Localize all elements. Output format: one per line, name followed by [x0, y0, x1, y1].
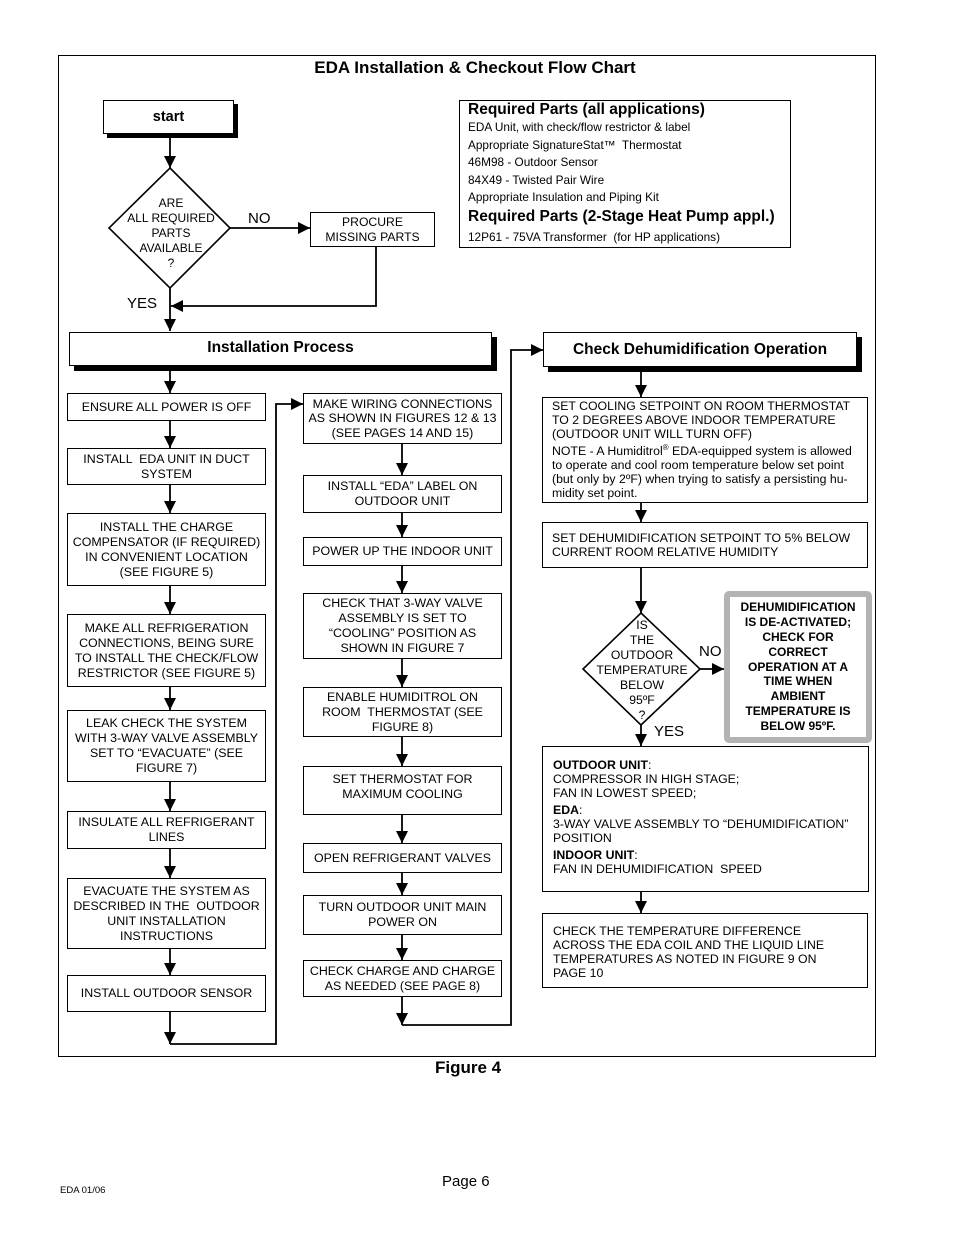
result-section-text: FAN IN DEHUMIDIFICATION SPEED	[553, 862, 762, 876]
figure-caption: Figure 4	[435, 1058, 502, 1077]
flowchart-title: EDA Installation & Checkout Flow Chart	[314, 58, 636, 77]
install-step: MAKE WIRING CONNECTIONS AS SHOWN IN FIGU…	[303, 393, 502, 444]
result-section-label: INDOOR UNIT	[553, 848, 635, 862]
dehum-step-humidity-setpoint-text: SET DEHUMIDIFICATION SETPOINT TO 5% BELO…	[552, 531, 851, 559]
result-section-label: EDA	[553, 803, 579, 817]
install-step-text: SET THERMOSTAT FOR MAXIMUM COOLING	[332, 771, 473, 801]
install-step-text: LEAK CHECK THE SYSTEM WITH 3-WAY VALVE A…	[75, 716, 258, 775]
install-step: INSULATE ALL REFRIGERANT LINES	[67, 811, 266, 849]
install-step-text: INSTALL EDA UNIT IN DUCT SYSTEM	[83, 451, 250, 481]
installation-process-title: Installation Process	[207, 339, 354, 356]
install-step: ENABLE HUMIDITROL ON ROOM THERMOSTAT (SE…	[303, 687, 502, 737]
required-part-item: EDA Unit, with check/flow restrictor & l…	[468, 120, 691, 134]
install-step: INSTALL EDA UNIT IN DUCT SYSTEM	[67, 448, 266, 485]
result-section-outdoor-unit: OUTDOOR UNIT: COMPRESSOR IN HIGH STAGE; F…	[553, 758, 859, 800]
result-section-text: 3-WAY VALVE ASSEMBLY TO “DEHUMIDIFICATIO…	[553, 817, 849, 845]
temperature-decision-yes-label: YES	[654, 723, 685, 740]
install-step: LEAK CHECK THE SYSTEM WITH 3-WAY VALVE A…	[67, 710, 266, 782]
result-label-separator: :	[647, 758, 652, 772]
install-step: MAKE ALL REFRIGERATION CONNECTIONS, BEIN…	[67, 614, 266, 687]
temperature-decision-no-label: NO	[699, 643, 722, 660]
result-section-label: OUTDOOR UNIT	[553, 758, 648, 772]
start-box: start	[103, 100, 234, 134]
required-part-item: Appropriate SignatureStat™ Thermostat	[468, 137, 682, 152]
required-part-item: 46M98 - Outdoor Sensor	[468, 155, 598, 169]
temperature-decision-text: IS THE OUTDOOR TEMPERATURE BELOW 95ºF ?	[596, 618, 688, 722]
dehum-step-cooling-setpoint: SET COOLING SETPOINT ON ROOM THERMOSTAT …	[542, 397, 868, 503]
install-step: POWER UP THE INDOOR UNIT	[303, 537, 502, 566]
dehumidification-result-box: OUTDOOR UNIT: COMPRESSOR IN HIGH STAGE; F…	[542, 746, 869, 892]
install-step: SET THERMOSTAT FOR MAXIMUM COOLING	[303, 766, 502, 815]
dehumidification-deactivated-box: DEHUMIDIFICATION IS DE-ACTIVATED; CHECK …	[724, 591, 872, 743]
install-step-text: MAKE ALL REFRIGERATION CONNECTIONS, BEIN…	[74, 620, 259, 680]
install-step-text: CHECK THAT 3-WAY VALVE ASSEMBLY IS SET T…	[322, 596, 483, 655]
install-step: INSTALL “EDA” LABEL ON OUTDOOR UNIT	[303, 475, 502, 513]
parts-decision-yes-label: YES	[127, 295, 158, 312]
required-part-item: Appropriate Insulation and Piping Kit	[468, 190, 659, 204]
required-parts-heading-heat-pump: Required Parts (2-Stage Heat Pump appl.)	[468, 207, 775, 225]
install-step: OPEN REFRIGERANT VALVES	[303, 843, 502, 873]
install-step-text: EVACUATE THE SYSTEM AS DESCRIBED IN THE …	[73, 883, 260, 943]
result-section-eda: EDA: 3-WAY VALVE ASSEMBLY TO “DEHUMIDIFIC…	[553, 803, 859, 845]
install-step-text: MAKE WIRING CONNECTIONS AS SHOWN IN FIGU…	[308, 396, 497, 440]
dehumidification-deactivated-text: DEHUMIDIFICATION IS DE-ACTIVATED; CHECK …	[740, 599, 856, 734]
install-step: EVACUATE THE SYSTEM AS DESCRIBED IN THE …	[67, 878, 266, 949]
install-step: CHECK THAT 3-WAY VALVE ASSEMBLY IS SET T…	[303, 593, 502, 659]
install-step: ENSURE ALL POWER IS OFF	[67, 393, 266, 421]
note-text-before: NOTE - A Humiditrol	[552, 444, 663, 458]
install-step: CHECK CHARGE AND CHARGE AS NEEDED (SEE P…	[303, 960, 502, 997]
install-step: TURN OUTDOOR UNIT MAIN POWER ON	[303, 895, 502, 935]
install-step-text: POWER UP THE INDOOR UNIT	[312, 544, 493, 558]
check-temperature-difference-box: CHECK THE TEMPERATURE DIFFERENCE ACROSS …	[542, 913, 868, 988]
procure-parts-text: PROCURE MISSING PARTS	[325, 214, 420, 244]
install-step-text: INSULATE ALL REFRIGERANT LINES	[78, 815, 255, 844]
result-label-separator: :	[634, 848, 638, 862]
check-dehumidification-title: Check Dehumidification Operation	[572, 341, 828, 358]
result-section-text: COMPRESSOR IN HIGH STAGE; FAN IN LOWEST …	[553, 772, 740, 800]
procure-parts-box: PROCURE MISSING PARTS	[310, 212, 435, 247]
parts-decision-no-label: NO	[248, 210, 271, 227]
install-step-text: CHECK CHARGE AND CHARGE AS NEEDED (SEE P…	[309, 963, 496, 993]
install-step-text: ENSURE ALL POWER IS OFF	[81, 399, 252, 414]
install-step-text: INSTALL THE CHARGE COMPENSATOR (IF REQUI…	[72, 519, 261, 579]
installation-process-header: Installation Process	[69, 332, 492, 366]
document-code: EDA 01/06	[60, 1185, 106, 1196]
install-step-text: TURN OUTDOOR UNIT MAIN POWER ON	[318, 900, 487, 929]
install-step: INSTALL OUTDOOR SENSOR	[67, 975, 266, 1012]
manual-page: EDA Installation & Checkout Flow Chart s…	[0, 0, 954, 1235]
required-part-item: 84X49 - Twisted Pair Wire	[468, 172, 605, 187]
required-parts-heading-all: Required Parts (all applications)	[468, 101, 705, 118]
check-temperature-difference-text: CHECK THE TEMPERATURE DIFFERENCE ACROSS …	[553, 924, 825, 980]
install-step: INSTALL THE CHARGE COMPENSATOR (IF REQUI…	[67, 513, 266, 586]
required-part-item-heat-pump: 12P61 - 75VA Transformer (for HP applica…	[468, 229, 721, 244]
dehum-step-cooling-setpoint-text: SET COOLING SETPOINT ON ROOM THERMOSTAT …	[552, 399, 851, 441]
install-step-text: OPEN REFRIGERANT VALVES	[314, 850, 491, 865]
result-section-indoor-unit: INDOOR UNIT: FAN IN DEHUMIDIFICATION SPEE…	[553, 848, 859, 876]
install-step-text: INSTALL OUTDOOR SENSOR	[80, 986, 253, 1000]
start-label: start	[152, 108, 185, 125]
required-parts-box: Required Parts (all applications) EDA Un…	[459, 100, 791, 248]
install-step-text: ENABLE HUMIDITROL ON ROOM THERMOSTAT (SE…	[322, 689, 483, 734]
install-step-text: INSTALL “EDA” LABEL ON OUTDOOR UNIT	[327, 479, 478, 508]
parts-decision-text: ARE ALL REQUIRED PARTS AVAILABLE ?	[127, 196, 215, 270]
humiditrol-note: NOTE - A Humiditrol® EDA-equipped system…	[552, 444, 858, 501]
check-dehumidification-header: Check Dehumidification Operation	[543, 332, 857, 367]
page-number: Page 6	[442, 1173, 490, 1190]
result-label-separator: :	[578, 803, 583, 817]
dehum-step-humidity-setpoint: SET DEHUMIDIFICATION SETPOINT TO 5% BELO…	[542, 522, 868, 568]
